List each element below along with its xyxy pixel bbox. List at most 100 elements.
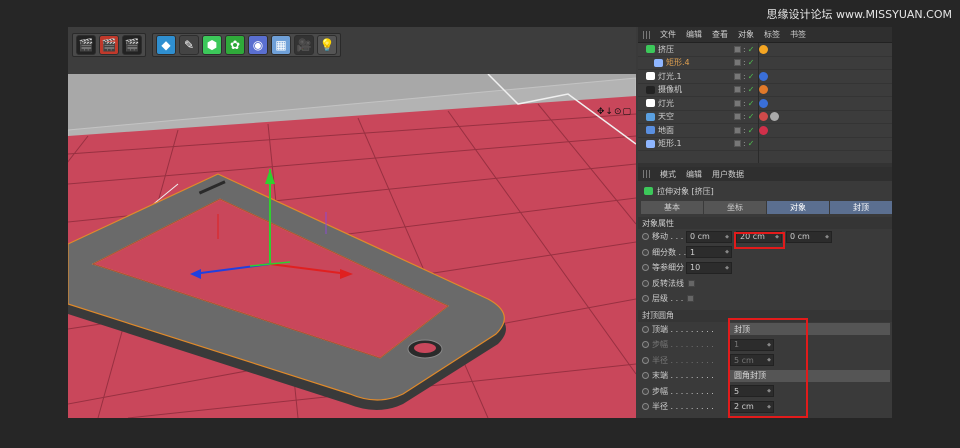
layer-box[interactable] — [734, 126, 741, 134]
3d-viewport[interactable]: ✥↓⊙▢ — [68, 74, 636, 418]
camera-icon[interactable]: 🎥 — [294, 35, 314, 55]
check-icon[interactable]: ✓ — [748, 99, 755, 108]
tag-icon[interactable] — [759, 112, 768, 122]
check-icon[interactable]: ✓ — [748, 58, 755, 67]
iso-field[interactable]: 10 — [686, 261, 732, 274]
anim-radio[interactable] — [642, 403, 649, 411]
object-name-cell: 灯光 — [646, 98, 674, 109]
tag-icon[interactable] — [759, 125, 768, 135]
object-type-icon — [646, 112, 655, 121]
tab-basic[interactable]: 基本 — [641, 201, 703, 214]
layer-box[interactable] — [734, 45, 741, 53]
render-picture-button[interactable]: 🎬 — [99, 35, 119, 55]
light-icon[interactable]: 💡 — [317, 35, 337, 55]
anim-radio[interactable] — [642, 387, 649, 395]
visibility-flags[interactable]: : ✓ — [734, 85, 754, 94]
layer-box[interactable] — [734, 99, 741, 107]
layer-box[interactable] — [734, 113, 741, 121]
pen-icon[interactable]: ✎ — [179, 35, 199, 55]
grip-icon — [643, 170, 652, 178]
subdiv-field[interactable]: 1 — [686, 246, 732, 259]
menu-objects[interactable]: 对象 — [738, 29, 754, 40]
dots-icon[interactable]: : — [743, 45, 746, 54]
tag-icon[interactable] — [770, 112, 779, 122]
tab-object[interactable]: 对象 — [767, 201, 829, 214]
menu-bookmarks[interactable]: 书签 — [790, 29, 806, 40]
tag-icon[interactable] — [759, 71, 768, 81]
layer-box[interactable] — [734, 140, 741, 148]
menu-view[interactable]: 查看 — [712, 29, 728, 40]
anim-radio[interactable] — [642, 325, 649, 333]
menu-file[interactable]: 文件 — [660, 29, 676, 40]
render-view-button[interactable]: 🎬 — [76, 35, 96, 55]
anim-radio[interactable] — [642, 248, 649, 256]
anim-radio[interactable] — [642, 295, 649, 303]
menu-tags[interactable]: 标签 — [764, 29, 780, 40]
visibility-flags[interactable]: : ✓ — [734, 99, 754, 108]
layer-box[interactable] — [734, 72, 741, 80]
anim-radio[interactable] — [642, 341, 649, 349]
object-row[interactable]: 灯光.1: ✓ — [638, 70, 892, 84]
anim-radio[interactable] — [642, 264, 649, 272]
dots-icon[interactable]: : — [743, 99, 746, 108]
tab-caps[interactable]: 封顶 — [830, 201, 892, 214]
anim-radio[interactable] — [642, 233, 649, 241]
dots-icon[interactable]: : — [743, 85, 746, 94]
anim-radio[interactable] — [642, 372, 649, 380]
object-row[interactable]: 矩形.1: ✓ — [638, 138, 892, 151]
object-name: 摄像机 — [658, 85, 682, 95]
object-row[interactable]: 地面: ✓ — [638, 124, 892, 138]
grip-icon — [643, 31, 652, 39]
tab-coord[interactable]: 坐标 — [704, 201, 766, 214]
dots-icon[interactable]: : — [743, 126, 746, 135]
check-icon[interactable]: ✓ — [748, 126, 755, 135]
menu-edit[interactable]: 编辑 — [686, 169, 702, 180]
object-name: 矩形.1 — [658, 139, 682, 149]
menu-mode[interactable]: 模式 — [660, 169, 676, 180]
viewport-nav-icons[interactable]: ✥↓⊙▢ — [597, 107, 632, 117]
hier-checkbox[interactable] — [687, 295, 695, 303]
visibility-flags[interactable]: : ✓ — [734, 112, 754, 121]
cube-icon[interactable]: ◆ — [156, 35, 176, 55]
dots-icon[interactable]: : — [743, 72, 746, 81]
object-row[interactable]: 挤压: ✓ — [638, 43, 892, 57]
object-title: 拉伸对象 [挤压] — [657, 186, 714, 196]
move-z-field[interactable]: 0 cm — [786, 230, 832, 243]
object-row[interactable]: 天空: ✓ — [638, 111, 892, 124]
check-icon[interactable]: ✓ — [748, 72, 755, 81]
object-row[interactable]: 灯光: ✓ — [638, 97, 892, 111]
layer-box[interactable] — [734, 86, 741, 94]
tag-icon[interactable] — [759, 44, 768, 54]
floor-icon[interactable]: ▦ — [271, 35, 291, 55]
visibility-flags[interactable]: : ✓ — [734, 45, 754, 54]
tag-icon[interactable] — [759, 98, 768, 108]
dots-icon[interactable]: : — [743, 112, 746, 121]
dots-icon[interactable]: : — [743, 58, 746, 67]
visibility-flags[interactable]: : ✓ — [734, 126, 754, 135]
render-settings-button[interactable]: 🎬 — [122, 35, 142, 55]
layer-box[interactable] — [734, 59, 741, 67]
tag-icon[interactable] — [759, 85, 768, 95]
visibility-flags[interactable]: : ✓ — [734, 58, 754, 67]
check-icon[interactable]: ✓ — [748, 139, 755, 148]
visibility-flags[interactable]: : ✓ — [734, 139, 754, 148]
flip-checkbox[interactable] — [688, 279, 695, 287]
viewport-scene — [68, 74, 636, 418]
visibility-flags[interactable]: : ✓ — [734, 72, 754, 81]
object-name-cell: 矩形.4 — [654, 57, 690, 68]
menu-edit[interactable]: 编辑 — [686, 29, 702, 40]
array-icon[interactable]: ✿ — [225, 35, 245, 55]
dots-icon[interactable]: : — [743, 139, 746, 148]
subdivision-icon[interactable]: ⬢ — [202, 35, 222, 55]
menu-user-data[interactable]: 用户数据 — [712, 169, 744, 180]
object-row[interactable]: 摄像机: ✓ — [638, 84, 892, 97]
object-name: 天空 — [658, 112, 674, 122]
deformer-icon[interactable]: ◉ — [248, 35, 268, 55]
object-row[interactable]: 矩形.4: ✓ — [638, 57, 892, 70]
anim-radio[interactable] — [642, 279, 649, 287]
move-x-field[interactable]: 0 cm — [686, 230, 732, 243]
check-icon[interactable]: ✓ — [748, 85, 755, 94]
check-icon[interactable]: ✓ — [748, 112, 755, 121]
anim-radio[interactable] — [642, 356, 649, 364]
check-icon[interactable]: ✓ — [748, 45, 755, 54]
